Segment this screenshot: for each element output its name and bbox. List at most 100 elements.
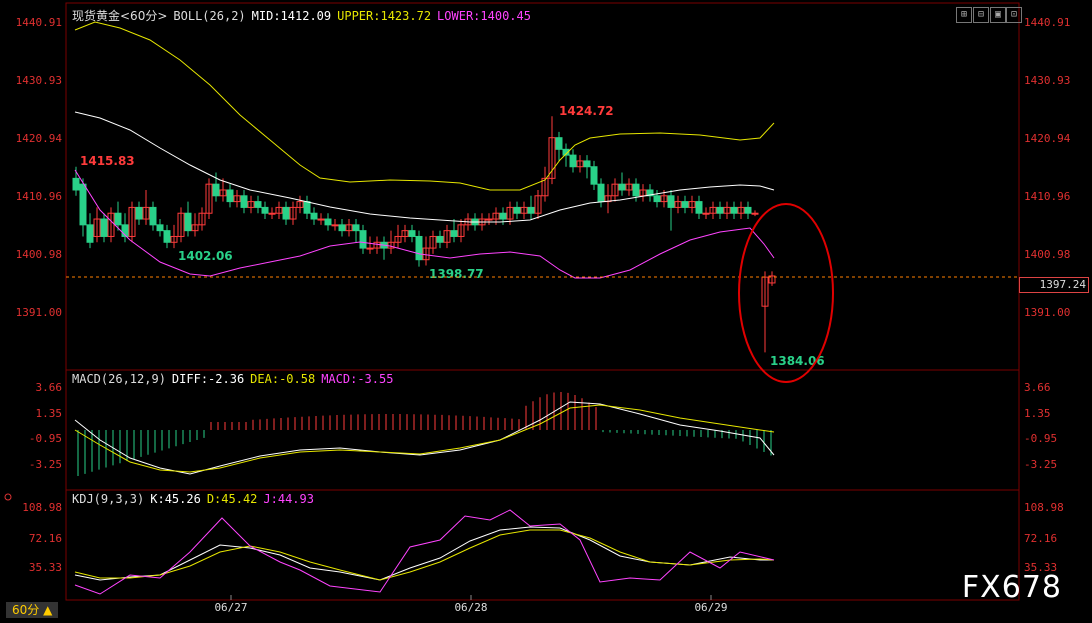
candle-body [331,224,339,227]
candle-body [184,212,192,232]
candle-body [653,195,661,203]
boll-mid-value: MID:1412.09 [251,9,332,23]
candle-body [324,218,332,226]
candle-body [583,160,591,168]
macd-series [74,392,775,476]
kdj-indicator-name[interactable]: KDJ(9,3,3) [72,492,144,506]
candle-body [527,206,535,214]
candle-body [303,201,311,214]
candle-body [730,206,738,214]
window-icon[interactable]: ▣ [990,7,1006,23]
candle-body [261,206,269,214]
candle-body [590,166,598,185]
macd-dea-line [74,404,775,473]
candle-body [597,183,605,203]
y-tick-left: 1391.00 [16,306,62,319]
candle-body [254,201,262,208]
candle-body [359,230,367,249]
price-annotation: 1402.06 [178,249,233,263]
candle-body [695,201,703,214]
macd-diff-value: DIFF:-2.36 [171,372,245,386]
candle-body [744,206,752,214]
grid-plus-icon[interactable]: ⊞ [956,7,972,23]
candle-body [282,206,290,220]
kdj-tick-right: 108.98 [1024,501,1064,514]
candlestick-series [72,116,776,353]
candle-body [114,212,122,226]
macd-indicator-name[interactable]: MACD(26,12,9) [72,372,166,386]
candle-body [366,247,374,250]
candle-body [618,183,626,191]
chart-stage[interactable]: 1440.91 1440.91 1430.93 1430.93 1420.94 1420.… [0,0,1092,623]
date-label: 06/27 [214,601,247,614]
candle-body [163,230,171,243]
boll-indicator-name[interactable]: BOLL(26,2) [173,9,245,23]
kdj-header: KDJ(9,3,3) K:45.26 D:45.42 J:44.93 [72,492,320,506]
current-price-label: 1397.24 [1019,277,1089,293]
candle-body [450,230,458,237]
macd-tick-left: -3.25 [29,458,62,471]
candle-body [716,206,724,214]
candle-body [555,137,563,150]
candle-body [569,154,577,168]
kdj-settings-icon [4,493,12,501]
kdj-tick-left: 108.98 [22,501,62,514]
macd-tick-left: 3.66 [36,381,63,394]
y-tick-right: 1440.91 [1024,16,1070,29]
macd-value: MACD:-3.55 [321,372,394,386]
candle-body [317,218,325,221]
candle-body [499,212,507,220]
macd-header: MACD(26,12,9) DIFF:-2.36 DEA:-0.58 MACD:-3.… [72,372,399,386]
price-annotation: 1424.72 [559,104,614,118]
kdj-k-value: K:45.26 [150,492,201,506]
candle-body [86,224,94,243]
grid-minus-icon[interactable]: ⊟ [973,7,989,23]
price-annotation: 1398.77 [429,267,484,281]
boll-upper-value: UPPER:1423.72 [337,9,432,23]
y-tick-right: 1400.98 [1024,248,1070,261]
date-label: 06/28 [454,601,487,614]
y-tick-left: 1430.93 [16,74,62,87]
candle-body [268,212,276,215]
candle-body [702,212,710,215]
candle-body [513,206,521,214]
y-tick-left: 1400.98 [16,248,62,261]
candle-body [751,212,759,215]
kdj-series [4,493,775,595]
y-tick-right: 1391.00 [1024,306,1070,319]
expand-icon[interactable]: ⊡ [1006,7,1022,23]
candle-body [352,224,360,232]
candle-body [415,235,423,261]
macd-tick-right: -0.95 [1024,432,1057,445]
y-tick-left: 1440.91 [16,16,62,29]
period-button[interactable]: 60分 ▲ [6,602,59,618]
candle-body [338,224,346,232]
candle-body [212,183,220,197]
candle-body [156,224,164,232]
candle-body [72,177,80,191]
kdj-j-value: J:44.93 [263,492,314,506]
y-tick-right: 1420.94 [1024,132,1071,145]
price-annotation: 1415.83 [80,154,135,168]
candle-body [79,183,87,226]
kdj-tick-right: 72.16 [1024,532,1057,545]
candle-body [149,206,157,226]
kdj-d-line [74,529,775,581]
x-axis-dates: 06/27 06/28 06/29 [214,595,728,614]
macd-dea-value: DEA:-0.58 [250,372,316,386]
macd-tick-left: 1.35 [36,407,63,420]
candle-body [240,195,248,208]
candle-body [436,235,444,243]
kdj-tick-left: 72.16 [29,532,62,545]
candle-body [667,195,675,208]
macd-tick-right: -3.25 [1024,458,1057,471]
watermark-logo: FX678 [961,570,1062,605]
symbol-label: 现货黄金<60分> [72,9,168,23]
candle-body [632,183,640,197]
macd-diff-line [74,401,775,475]
kdj-d-value: D:45.42 [206,492,258,506]
date-label: 06/29 [694,601,727,614]
candle-body [135,206,143,220]
candle-body [310,212,318,220]
boll-header: 现货黄金<60分> BOLL(26,2) MID:1412.09 UPPER:1423… [72,7,537,24]
